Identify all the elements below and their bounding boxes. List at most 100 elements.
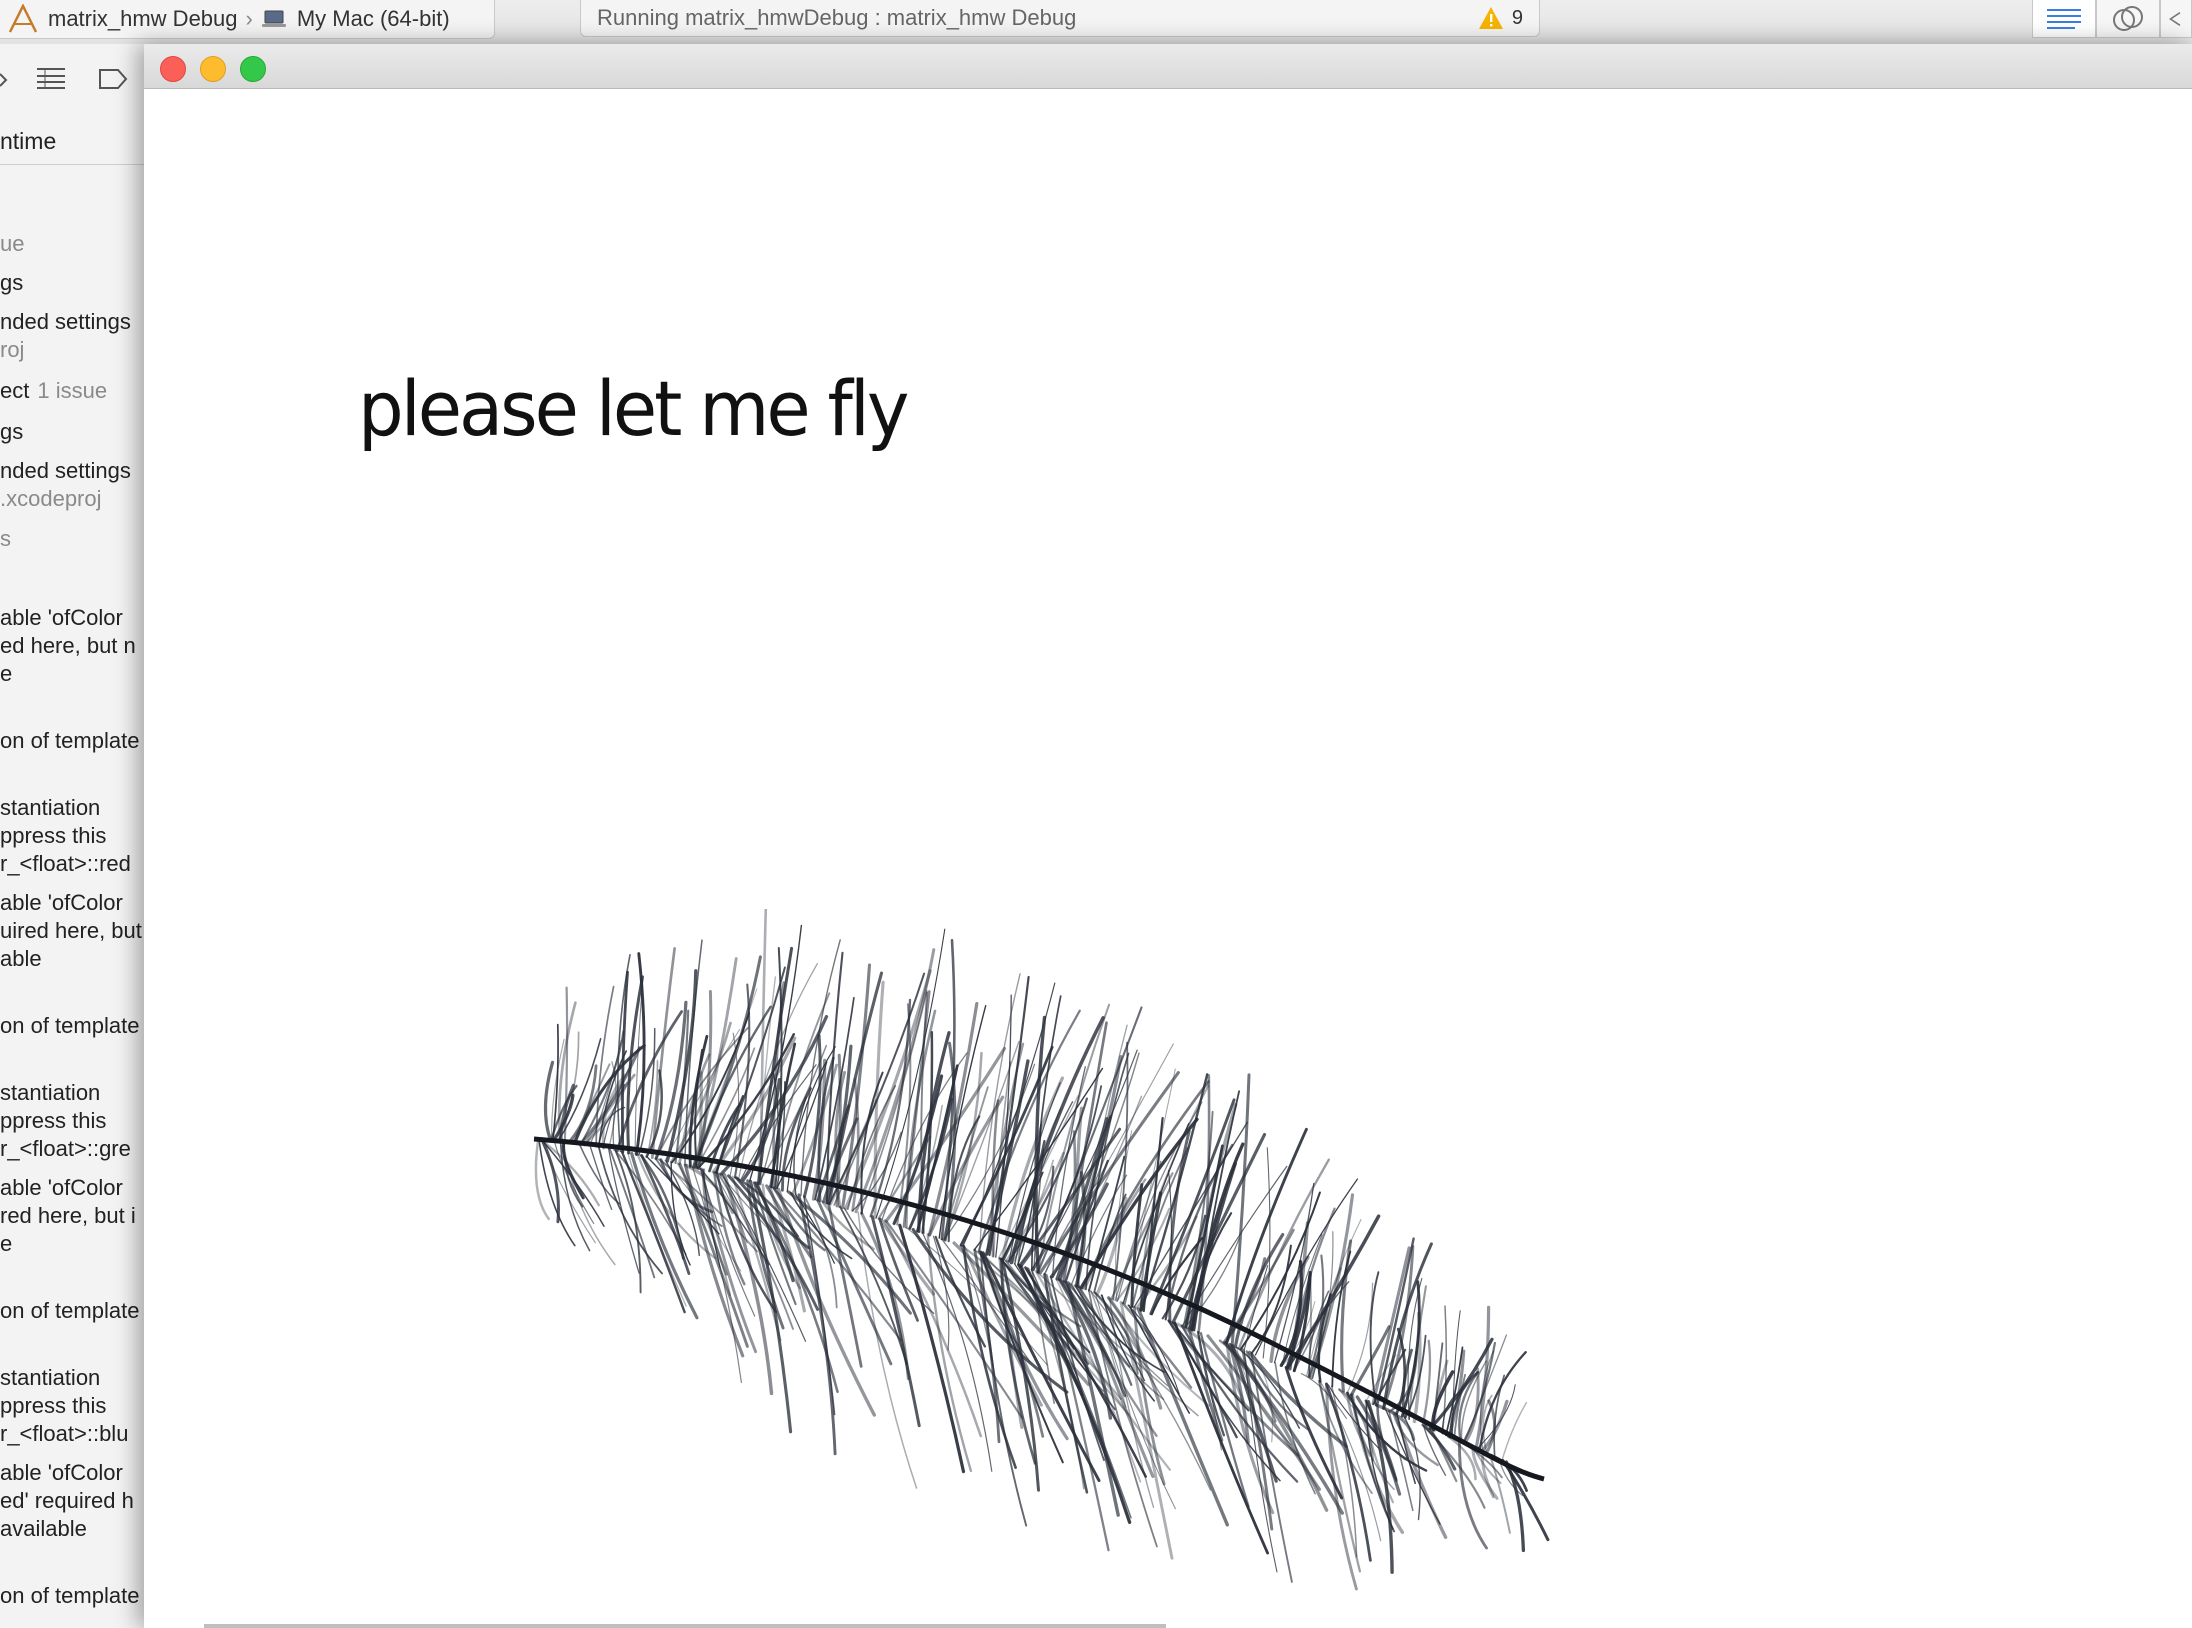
issue-text: able 'ofColor [0,605,123,630]
feather-barb [1504,1460,1526,1553]
issue-text: ect [0,378,30,403]
feather-barb [1340,1239,1353,1393]
app-window: please let me fly [144,44,2192,1628]
issue-list-item[interactable]: on of template [0,1297,139,1325]
scheme-selector[interactable]: matrix_hmw Debug › My Mac (64-bit) [0,0,495,39]
headline-text: please let me fly [358,364,910,454]
issue-list-item[interactable]: gs [0,269,23,297]
issue-list-item[interactable]: .xcodeproj [0,485,102,513]
feather-barb [1289,1207,1336,1371]
feather-barb [1121,1301,1193,1389]
issue-text: ppress this [0,823,107,848]
issue-list-item[interactable]: ue [0,230,24,258]
issue-text: e [0,661,13,686]
navigator-filter-bar [0,62,150,102]
issue-list-item[interactable]: red here, but i [0,1202,136,1230]
navigator-divider [0,164,150,165]
issue-list-item[interactable]: ppress this [0,822,106,850]
warning-icon [1478,7,1503,29]
chevron-right-icon: › [245,6,253,31]
issue-text: able 'ofColor [0,1460,123,1485]
issue-text: on of template [0,1013,140,1038]
issue-text: r_<float>::red [0,851,131,876]
issue-text: stantiation [0,1080,101,1105]
chevron-icon[interactable] [0,70,10,90]
issue-text: ppress this [0,1393,107,1418]
scheme-name[interactable]: matrix_hmw Debug [48,6,238,32]
issue-list-item[interactable]: on of template [0,1582,139,1610]
feather-barb [614,1149,687,1256]
issue-list-item[interactable]: ed here, but n [0,632,136,660]
issue-text: ed here, but n [0,633,136,658]
issue-list-item[interactable]: ed' required h [0,1487,134,1515]
issue-text: r_<float>::gre [0,1136,131,1161]
issue-navigator: ntime ue gs nded settings roj ect 1 issue gs nd… [0,44,151,1628]
warning-indicator[interactable]: 9 [1478,6,1523,30]
xcode-toolbar: matrix_hmw Debug › My Mac (64-bit) Runni… [0,0,2192,44]
issue-list-item[interactable]: on of template [0,727,139,755]
issue-text: available [0,1516,87,1541]
issue-text: stantiation [0,1365,101,1390]
feather-barb [898,1223,966,1474]
issue-list-item[interactable]: nded settings [0,308,131,336]
issue-list-item[interactable]: stantiation [0,1079,100,1107]
activity-status-text: Running matrix_hmwDebug : matrix_hmw Deb… [597,5,1077,30]
editor-mode-buttons [2032,0,2192,38]
assistant-editor-icon [2113,5,2143,31]
issue-list-item[interactable]: able 'ofColor [0,604,123,632]
chevron-left-icon [2169,11,2181,26]
runtime-tab-label[interactable]: ntime [0,128,56,155]
issue-list-item[interactable]: stantiation [0,794,100,822]
list-view-icon[interactable] [36,66,66,92]
window-scroll-indicator [204,1624,1166,1628]
issue-list-item[interactable]: uired here, but [0,917,142,945]
issue-list-item[interactable]: ppress this [0,1107,106,1135]
feather-barb [870,1215,921,1428]
issue-list-item[interactable]: roj [0,336,24,364]
close-window-button[interactable] [160,56,186,82]
issue-text: e [0,1231,13,1256]
issue-list-item[interactable]: on of template [0,1012,139,1040]
issue-text: nded settings [0,458,131,483]
issue-list-item[interactable]: s [0,525,11,553]
issue-text: stantiation [0,795,101,820]
feather-barb [563,1141,584,1208]
xcode-app-icon [8,4,38,33]
feather-barb [1300,1373,1347,1419]
issue-count-badge: 1 issue [37,378,108,403]
run-destination[interactable]: My Mac (64-bit) [297,6,450,32]
minimize-window-button[interactable] [200,56,226,82]
issue-list-item[interactable]: able 'ofColor [0,1174,123,1202]
issue-text: able 'ofColor [0,890,123,915]
issue-list-item[interactable]: r_<float>::red [0,850,131,878]
issue-list-item[interactable]: ect 1 issue [0,377,107,405]
issue-list-item[interactable]: able 'ofColor [0,1459,123,1487]
issue-text: gs [0,270,24,295]
issue-list-item[interactable]: able 'ofColor [0,889,123,917]
zoom-window-button[interactable] [240,56,266,82]
issue-list-item[interactable]: r_<float>::blu [0,1420,128,1448]
warning-count: 9 [1511,6,1523,29]
issue-text: roj [0,337,25,362]
issue-text: r_<float>::blu [0,1421,129,1446]
issue-text: on of template [0,1583,140,1608]
activity-viewer: Running matrix_hmwDebug : matrix_hmw Deb… [580,0,1540,37]
issue-list-item[interactable]: e [0,1230,12,1258]
tag-icon[interactable] [98,68,128,90]
issue-list-item[interactable]: available [0,1515,87,1543]
version-editor-button[interactable] [2160,0,2192,38]
feather-barb [1393,1411,1448,1539]
issue-text: on of template [0,728,140,753]
standard-editor-icon [2047,8,2081,29]
issue-text: on of template [0,1298,140,1323]
issue-list-item[interactable]: stantiation [0,1364,100,1392]
standard-editor-button[interactable] [2032,0,2096,38]
issue-list-item[interactable]: gs [0,418,23,446]
issue-list-item[interactable]: r_<float>::gre [0,1135,131,1163]
issue-list-item[interactable]: ppress this [0,1392,106,1420]
assistant-editor-button[interactable] [2096,0,2160,38]
feather-barb [1346,1282,1374,1394]
issue-list-item[interactable]: e [0,660,12,688]
issue-list-item[interactable]: able [0,945,42,973]
issue-list-item[interactable]: nded settings [0,457,131,485]
